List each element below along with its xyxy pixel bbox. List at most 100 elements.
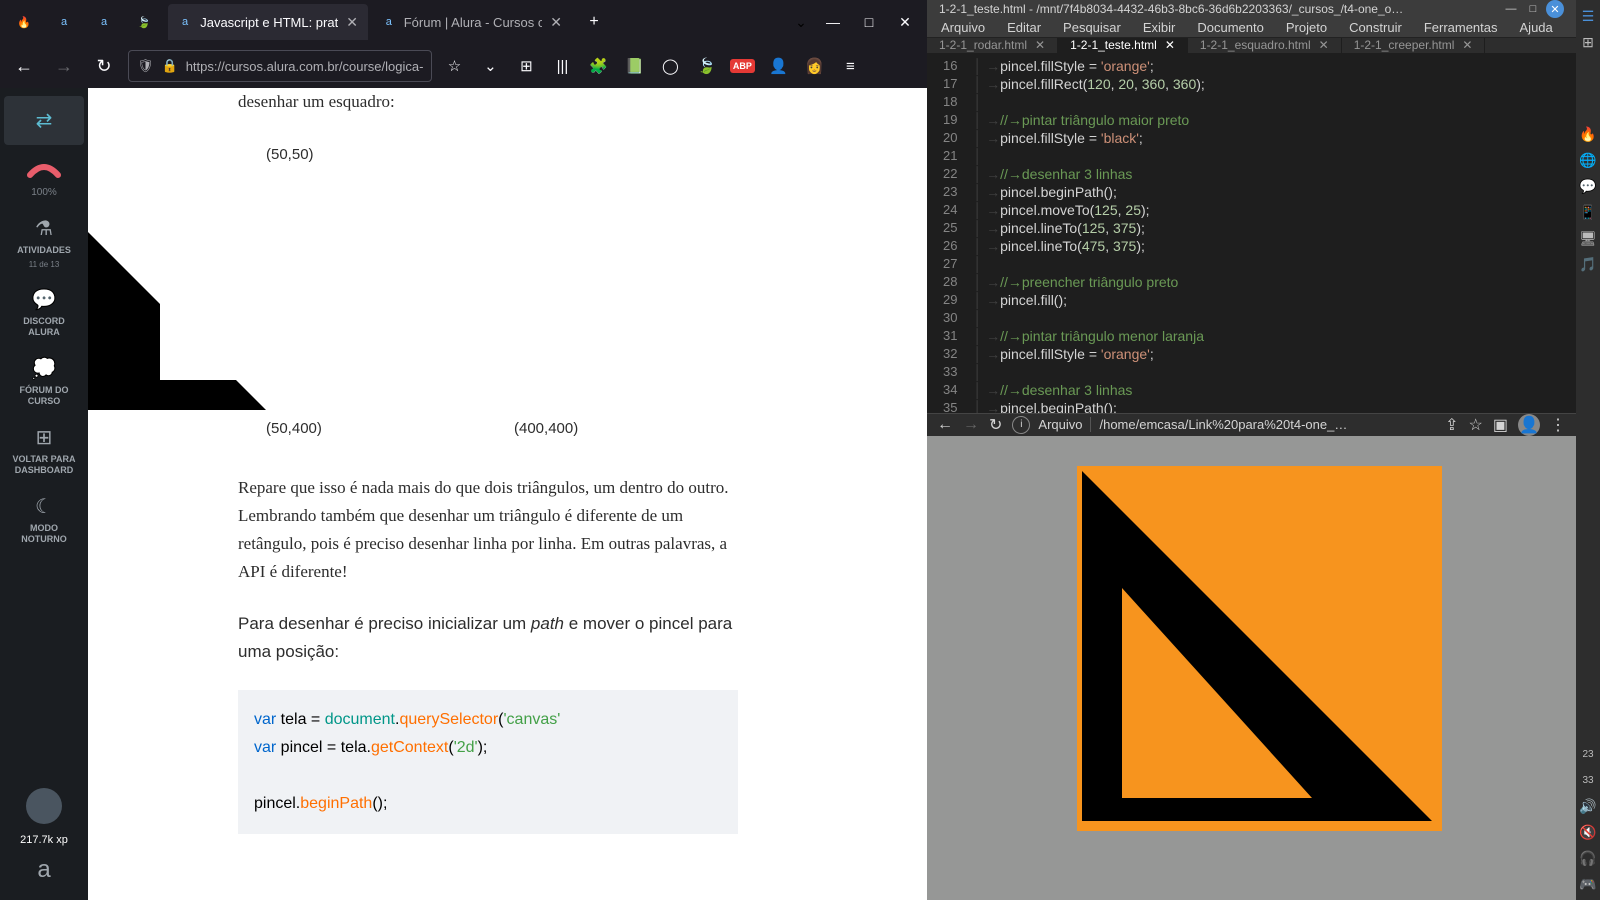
- discord-icon[interactable]: 💬: [1578, 176, 1598, 196]
- editor-tab-strip: 1-2-1_rodar.html✕ 1-2-1_teste.html✕ 1-2-…: [927, 38, 1576, 53]
- extension-icon[interactable]: 📗: [620, 52, 648, 80]
- reload-button[interactable]: ↻: [88, 50, 120, 82]
- menu-projeto[interactable]: Projeto: [1276, 18, 1337, 37]
- menu-pesquisar[interactable]: Pesquisar: [1053, 18, 1131, 37]
- progress-icon: [26, 155, 62, 183]
- mute-icon[interactable]: 🔇: [1578, 822, 1598, 842]
- editor-tab[interactable]: 1-2-1_rodar.html✕: [927, 38, 1058, 53]
- back-button[interactable]: ←: [8, 50, 40, 82]
- menu-documento[interactable]: Documento: [1187, 18, 1273, 37]
- volume-icon[interactable]: 🔊: [1578, 796, 1598, 816]
- close-button[interactable]: ✕: [891, 8, 919, 36]
- forward-button[interactable]: →: [963, 416, 979, 434]
- sidebar-label: DISCORD ALURA: [8, 316, 80, 338]
- share-icon[interactable]: ⇪: [1445, 415, 1458, 435]
- avatar-icon[interactable]: 👤: [1518, 414, 1540, 436]
- course-sidebar: ⇄ 100% ⚗ ATIVIDADES 11 de 13 💬 DISCORD A…: [0, 88, 88, 900]
- tab-alura-1[interactable]: a: [48, 4, 84, 40]
- url-label: Arquivo: [1038, 417, 1082, 432]
- minimize-button[interactable]: —: [1502, 0, 1520, 18]
- sidebar-item-darkmode[interactable]: ☾ MODO NOTURNO: [4, 486, 84, 553]
- alura-logo[interactable]: a: [37, 856, 50, 884]
- star-icon[interactable]: ☆: [1469, 415, 1483, 435]
- forward-button[interactable]: →: [48, 50, 80, 82]
- close-icon[interactable]: ✕: [1319, 38, 1329, 52]
- adblock-icon[interactable]: ABP: [728, 52, 756, 80]
- sidebar-toggle[interactable]: ⇄: [4, 96, 84, 145]
- user-avatar[interactable]: [26, 788, 62, 824]
- close-icon[interactable]: ✕: [550, 14, 562, 31]
- sidebar-item-discord[interactable]: 💬 DISCORD ALURA: [4, 279, 84, 346]
- menu-icon[interactable]: ⋮: [1550, 415, 1566, 435]
- new-tab-button[interactable]: +: [580, 8, 608, 36]
- library-button[interactable]: |||: [548, 52, 576, 80]
- headphones-icon[interactable]: 🎧: [1578, 848, 1598, 868]
- tab-forum[interactable]: a Fórum | Alura - Cursos onlin ✕: [372, 4, 572, 40]
- address-bar[interactable]: 🛡 🔒 https://cursos.alura.com.br/course/l…: [128, 50, 432, 82]
- maximize-button[interactable]: □: [1524, 0, 1542, 18]
- evernote-icon[interactable]: 🍃: [692, 52, 720, 80]
- menu-button[interactable]: ≡: [836, 52, 864, 80]
- extension-icon[interactable]: 👤: [764, 52, 792, 80]
- url-path: /home/emcasa/Link%20para%20t4-one_…: [1090, 417, 1347, 432]
- pocket-button[interactable]: ⌄: [476, 52, 504, 80]
- taskbar-icon[interactable]: ☰: [1578, 6, 1598, 26]
- taskbar-text: 23: [1578, 744, 1598, 764]
- extension-icon[interactable]: 🧩: [584, 52, 612, 80]
- editor-tab-active[interactable]: 1-2-1_teste.html✕: [1058, 38, 1188, 53]
- preview-url[interactable]: i Arquivo /home/emcasa/Link%20para%20t4-…: [1012, 416, 1435, 434]
- tab-evernote[interactable]: 🍃: [128, 4, 164, 40]
- panel-icon[interactable]: ▣: [1493, 415, 1508, 435]
- alura-icon: a: [56, 14, 72, 30]
- sidebar-item-forum[interactable]: 💭 FÓRUM DO CURSO: [4, 348, 84, 415]
- coord-label: (400,400): [514, 420, 578, 437]
- tab-active[interactable]: a Javascript e HTML: pratiqu ✕: [168, 4, 368, 40]
- minimize-button[interactable]: —: [819, 8, 847, 36]
- close-icon[interactable]: ✕: [1165, 38, 1175, 52]
- taskbar-icon[interactable]: 🎵: [1578, 254, 1598, 274]
- lesson-content: desenhar um esquadro: (50,50) (100,175) …: [88, 88, 927, 900]
- paragraph: Para desenhar é preciso inicializar um p…: [238, 610, 738, 666]
- spotify-icon[interactable]: 🎮: [1578, 874, 1598, 894]
- back-button[interactable]: ←: [937, 416, 953, 434]
- bookmark-button[interactable]: ☆: [440, 52, 468, 80]
- code-editor[interactable]: 1617181920212223242526272829303132333435…: [927, 53, 1576, 413]
- close-icon[interactable]: ✕: [1035, 38, 1045, 52]
- taskbar-text: 33: [1578, 770, 1598, 790]
- extension-icon[interactable]: ◯: [656, 52, 684, 80]
- menu-editar[interactable]: Editar: [997, 18, 1051, 37]
- close-icon[interactable]: ✕: [346, 14, 358, 31]
- menu-arquivo[interactable]: Arquivo: [931, 18, 995, 37]
- reader-button[interactable]: ⊞: [512, 52, 540, 80]
- progress-indicator: 100%: [4, 147, 84, 206]
- sidebar-item-dashboard[interactable]: ⊞ VOLTAR PARA DASHBOARD: [4, 417, 84, 484]
- coord-label: (50,400): [266, 420, 322, 437]
- code-block: var tela = document.querySelector('canva…: [238, 690, 738, 834]
- profile-icon[interactable]: 👩: [800, 52, 828, 80]
- xp-label: 217.7k xp: [20, 834, 68, 846]
- close-button[interactable]: ✕: [1546, 0, 1564, 18]
- tab-alura-2[interactable]: a: [88, 4, 124, 40]
- chrome-icon[interactable]: 🌐: [1578, 150, 1598, 170]
- menu-construir[interactable]: Construir: [1339, 18, 1412, 37]
- menu-ajuda[interactable]: Ajuda: [1510, 18, 1563, 37]
- canvas-output: [947, 448, 1557, 888]
- taskbar-icon[interactable]: ⊞: [1578, 32, 1598, 52]
- editor-tab[interactable]: 1-2-1_creeper.html✕: [1342, 38, 1486, 53]
- reload-button[interactable]: ↻: [989, 415, 1002, 435]
- taskbar-icon[interactable]: 🖥: [1578, 228, 1598, 248]
- editor-tab[interactable]: 1-2-1_esquadro.html✕: [1188, 38, 1342, 53]
- close-icon[interactable]: ✕: [1462, 38, 1472, 52]
- maximize-button[interactable]: □: [855, 8, 883, 36]
- editor-preview-pane: 1-2-1_teste.html - /mnt/7f4b8034-4432-46…: [927, 0, 1576, 900]
- sidebar-item-atividades[interactable]: ⚗ ATIVIDADES 11 de 13: [4, 208, 84, 277]
- info-icon: i: [1012, 416, 1030, 434]
- code-lines[interactable]: │ →pincel.fillStyle = 'orange';│ →pincel…: [965, 53, 1576, 413]
- tab-firefox[interactable]: 🔥: [8, 4, 44, 40]
- tab-dropdown[interactable]: ⌄: [787, 8, 815, 36]
- menu-ferramentas[interactable]: Ferramentas: [1414, 18, 1508, 37]
- firefox-icon[interactable]: 🔥: [1578, 124, 1598, 144]
- menu-exibir[interactable]: Exibir: [1133, 18, 1186, 37]
- alura-icon: a: [382, 14, 396, 30]
- taskbar-icon[interactable]: 📱: [1578, 202, 1598, 222]
